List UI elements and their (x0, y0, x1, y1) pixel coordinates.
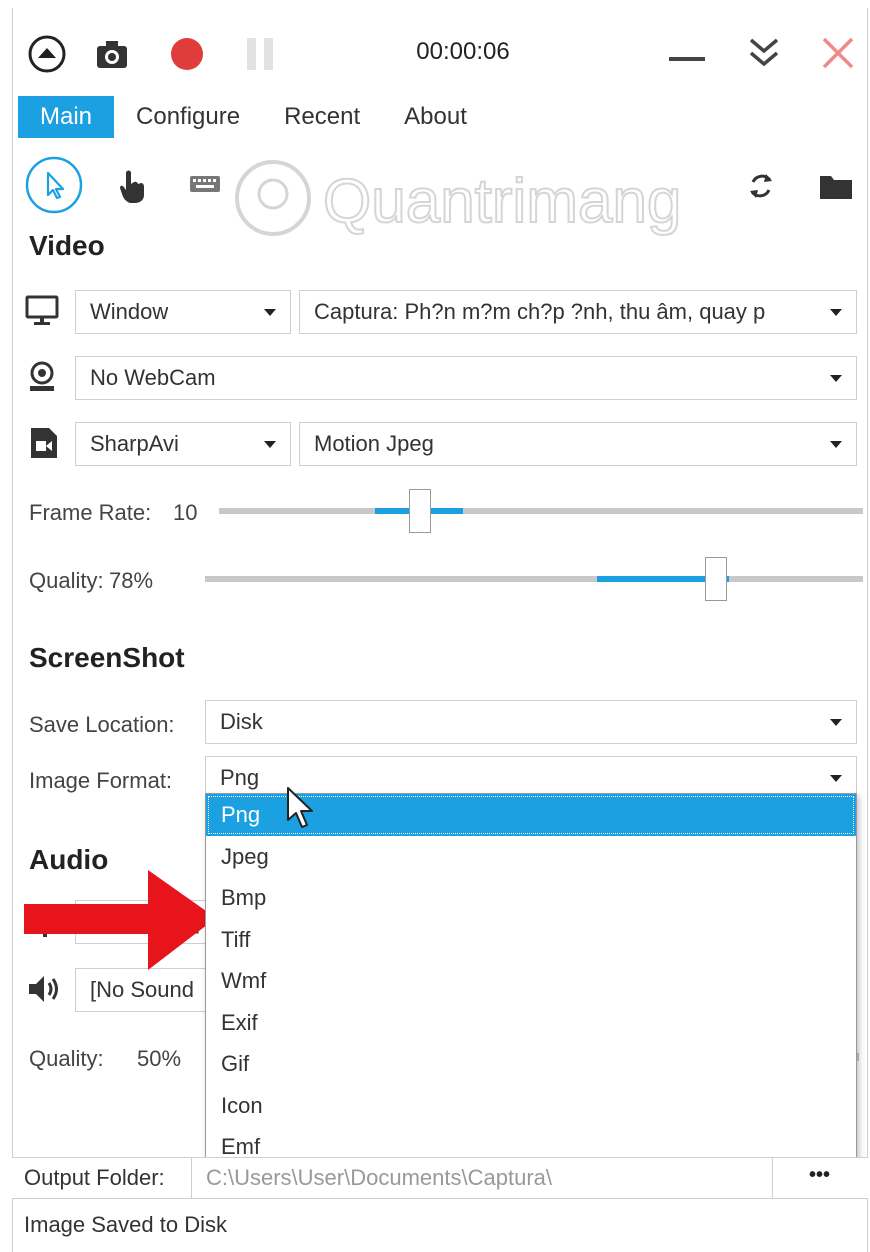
pause-icon[interactable] (245, 36, 275, 77)
audio-quality-label: Quality: (29, 1046, 104, 1071)
video-quality-value: 78% (109, 568, 154, 593)
video-source-window-select[interactable]: Captura: Ph?n m?m ch?p ?nh, thu âm, quay… (299, 290, 857, 334)
save-location-label: Save Location: (29, 712, 175, 737)
format-option-jpeg[interactable]: Jpeg (206, 836, 856, 878)
output-folder-row: Output Folder: C:\Users\User\Documents\C… (12, 1157, 868, 1199)
frame-rate-value: 10 (173, 500, 198, 525)
tab-recent[interactable]: Recent (262, 96, 382, 138)
chevron-down-icon (830, 441, 842, 448)
red-arrow-annotation (24, 870, 216, 970)
tab-about[interactable]: About (382, 96, 489, 138)
output-folder-label: Output Folder: (12, 1158, 192, 1198)
output-folder-path[interactable]: C:\Users\User\Documents\Captura\ (206, 1158, 772, 1198)
frame-rate-slider[interactable] (219, 489, 863, 533)
tab-main[interactable]: Main (18, 96, 115, 138)
video-quality-label: Quality: (29, 568, 104, 593)
folder-icon[interactable] (819, 172, 853, 205)
double-chevron-down-icon[interactable] (747, 36, 781, 75)
cursor-icon[interactable] (25, 156, 83, 219)
save-location-select[interactable]: Disk (205, 700, 857, 744)
video-section-title: Video (29, 230, 105, 261)
format-option-icon[interactable]: Icon (206, 1085, 856, 1127)
encoder-select[interactable]: SharpAvi (75, 422, 291, 466)
video-source-type-select[interactable]: Window (75, 290, 291, 334)
title-bar: 00:00:06 (13, 8, 869, 98)
monitor-icon (25, 294, 59, 328)
mouse-pointer-icon (287, 787, 313, 828)
codec-value: Motion Jpeg (314, 431, 434, 456)
chevron-down-icon (830, 309, 842, 316)
slider-thumb[interactable] (705, 557, 727, 601)
toolbar (13, 148, 869, 218)
frame-rate-label: Frame Rate: (29, 500, 152, 525)
format-option-wmf[interactable]: Wmf (206, 960, 856, 1002)
chevron-down-icon (830, 775, 842, 782)
encoder-value: SharpAvi (90, 431, 179, 456)
browse-folder-button[interactable]: ••• (772, 1158, 866, 1198)
video-source-type-value: Window (90, 299, 169, 324)
video-quality-slider[interactable] (205, 557, 863, 601)
slider-track (219, 508, 863, 514)
chevron-down-icon (264, 441, 276, 448)
record-icon[interactable] (169, 36, 205, 77)
camera-icon[interactable] (95, 38, 129, 75)
slider-track (205, 576, 863, 582)
close-icon[interactable] (821, 36, 855, 75)
webcam-value: No WebCam (90, 365, 216, 390)
video-source-window-value: Captura: Ph?n m?m ch?p ?nh, thu âm, quay… (314, 299, 766, 324)
video-file-icon (29, 426, 63, 460)
webcam-select[interactable]: No WebCam (75, 356, 857, 400)
minimize-icon[interactable] (669, 50, 705, 68)
hand-click-icon[interactable] (117, 168, 147, 209)
tab-bar: Main Configure Recent About (18, 96, 489, 140)
screenshot-section-title: ScreenShot (29, 642, 185, 673)
format-option-bmp[interactable]: Bmp (206, 877, 856, 919)
collapse-up-icon[interactable] (27, 34, 67, 79)
chevron-down-icon (830, 375, 842, 382)
status-bar-text: Image Saved to Disk (24, 1212, 227, 1237)
format-option-exif[interactable]: Exif (206, 1002, 856, 1044)
tab-configure[interactable]: Configure (114, 96, 262, 138)
chevron-down-icon (830, 719, 842, 726)
refresh-icon[interactable] (745, 170, 777, 207)
slider-thumb[interactable] (409, 489, 431, 533)
codec-select[interactable]: Motion Jpeg (299, 422, 857, 466)
webcam-icon (27, 360, 61, 394)
audio-quality-value: 50% (137, 1046, 182, 1071)
image-format-dropdown: Png Jpeg Bmp Tiff Wmf Exif Gif Icon Emf (205, 793, 857, 1167)
image-format-label: Image Format: (29, 768, 173, 793)
format-option-gif[interactable]: Gif (206, 1043, 856, 1085)
recording-timer: 00:00:06 (416, 38, 510, 65)
format-option-tiff[interactable]: Tiff (206, 919, 856, 961)
save-location-value: Disk (220, 709, 263, 734)
speaker-icon (27, 972, 61, 1006)
keyboard-icon[interactable] (189, 174, 221, 201)
chevron-down-icon (264, 309, 276, 316)
